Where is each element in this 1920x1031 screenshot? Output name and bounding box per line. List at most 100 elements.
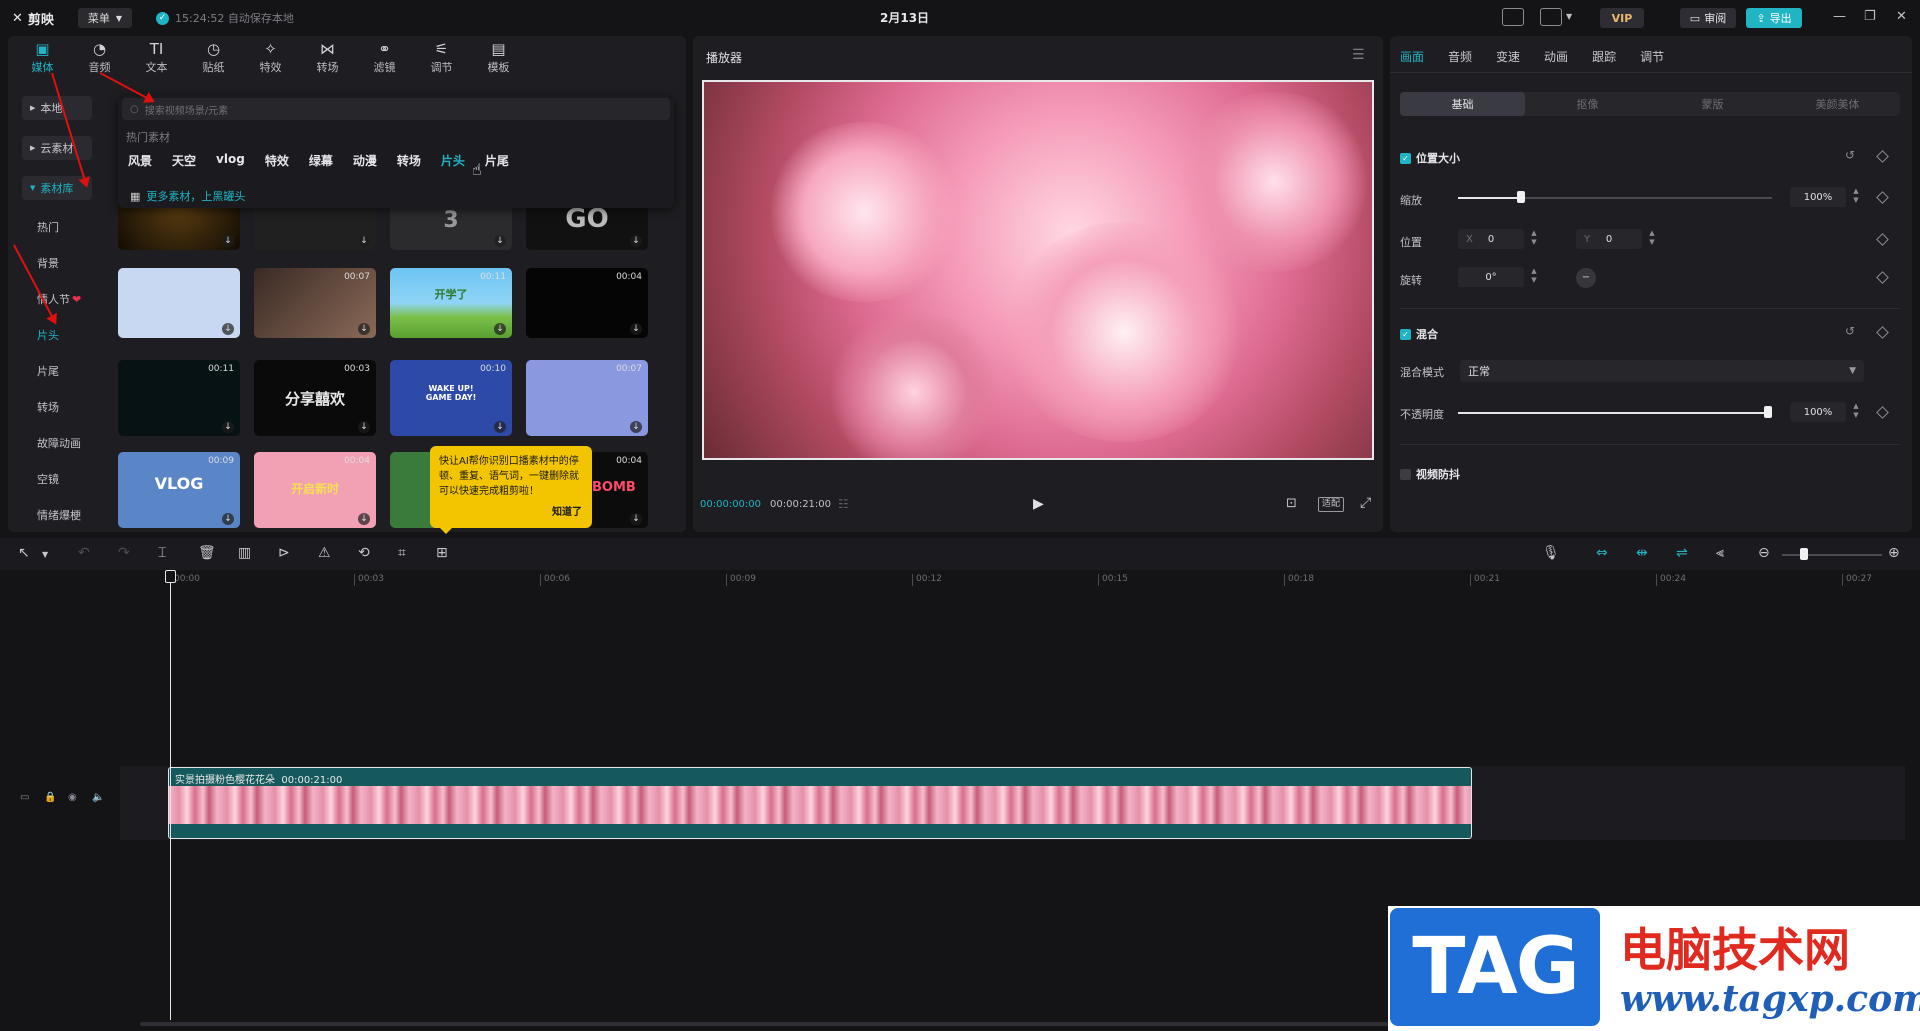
reset-icon[interactable]: ↺ [1845, 148, 1855, 162]
layout-chevron-icon[interactable]: ▼ [1566, 12, 1572, 21]
material-thumb[interactable]: 00:10 WAKE UP! GAME DAY! ↓ [390, 360, 512, 436]
layout-icon[interactable] [1540, 8, 1562, 26]
rotate-stepper[interactable]: ▲ ▼ [1528, 267, 1540, 287]
material-thumb[interactable]: ↓ [118, 268, 240, 338]
video-preview[interactable] [702, 80, 1374, 460]
download-icon[interactable]: ↓ [358, 421, 370, 433]
download-icon[interactable]: ↓ [358, 323, 370, 335]
subtab-basic[interactable]: 基础 [1400, 92, 1525, 116]
material-thumb[interactable]: 00:11 ↓ [118, 360, 240, 436]
tab-adjust-props[interactable]: 调节 [1640, 48, 1664, 65]
material-thumb[interactable]: 00:07 ↓ [526, 360, 648, 436]
sidebar-sub-outro[interactable]: 片尾 [37, 363, 59, 379]
more-materials-link[interactable]: ▦ 更多素材，上黑罐头 [130, 188, 245, 204]
reset-icon[interactable]: ↺ [1845, 324, 1855, 338]
hot-tag[interactable]: 风景 [128, 152, 152, 169]
speaker-icon[interactable]: 🔈 [92, 792, 104, 803]
blend-section[interactable]: ✓ 混合 [1400, 326, 1438, 342]
smart-cut-icon[interactable]: ⊞ [436, 545, 448, 561]
download-icon[interactable]: ↓ [630, 323, 642, 335]
x-stepper[interactable]: ▲ ▼ [1528, 229, 1540, 249]
tooltip-ok-button[interactable]: 知道了 [552, 505, 582, 520]
zoom-in-icon[interactable]: ⊕ [1888, 545, 1900, 561]
export-button[interactable]: ⇪ 导出 [1746, 8, 1802, 28]
tab-adjust[interactable]: ⚟ 调节 [413, 38, 470, 78]
tab-tracking[interactable]: 跟踪 [1592, 48, 1616, 65]
download-icon[interactable]: ↓ [630, 421, 642, 433]
vip-button[interactable]: VIP [1600, 8, 1644, 28]
timeline-ruler[interactable]: 00:00 00:03 00:06 00:09 00:12 00:15 00:1… [120, 570, 1920, 592]
mic-icon[interactable]: 🎙 [1542, 545, 1560, 561]
download-icon[interactable]: ↓ [494, 235, 506, 247]
search-input[interactable]: ○ 搜索视频场景/元素 [122, 98, 670, 120]
playhead[interactable] [170, 572, 171, 1020]
tab-picture[interactable]: 画面 [1400, 48, 1424, 65]
rotate-input[interactable]: 0° [1458, 267, 1524, 287]
linkage-icon[interactable]: ⇌ [1676, 545, 1688, 561]
hot-tag[interactable]: 动漫 [353, 152, 377, 169]
checkbox-icon[interactable]: ✓ [1400, 328, 1411, 340]
subtab-cutout[interactable]: 抠像 [1525, 92, 1650, 116]
tab-template[interactable]: ▤ 模板 [470, 38, 527, 78]
ratio-button[interactable]: 适配 [1318, 497, 1344, 512]
select-chevron-icon[interactable]: ▼ [42, 550, 48, 559]
download-icon[interactable]: ↓ [222, 235, 234, 247]
tab-sticker[interactable]: ◷ 贴纸 [185, 38, 242, 78]
position-y-input[interactable]: Y0 [1576, 229, 1642, 249]
track-cover-icon[interactable]: ▭ [20, 792, 29, 803]
redo-icon[interactable]: ↷ [118, 545, 130, 561]
position-x-input[interactable]: X0 [1458, 229, 1524, 249]
split-icon[interactable]: ⌶ [158, 545, 166, 561]
tab-filter[interactable]: ⚭ 滤镜 [356, 38, 413, 78]
sidebar-sub-background[interactable]: 背景 [37, 255, 59, 271]
hot-tag[interactable]: 转场 [397, 152, 421, 169]
opacity-slider-knob[interactable] [1764, 406, 1772, 418]
tab-speed[interactable]: 变速 [1496, 48, 1520, 65]
crop-icon[interactable]: ⌗ [398, 545, 406, 561]
tab-transition[interactable]: ⋈ 转场 [299, 38, 356, 78]
select-tool-icon[interactable]: ↖ [18, 545, 30, 561]
fullscreen-icon[interactable]: ⤢ [1360, 495, 1371, 511]
download-icon[interactable]: ↓ [222, 421, 234, 433]
download-icon[interactable]: ↓ [358, 235, 370, 247]
sidebar-sub-intro[interactable]: 片头 [37, 327, 59, 343]
eye-icon[interactable]: ◉ [68, 792, 77, 803]
opacity-stepper[interactable]: ▲ ▼ [1850, 402, 1862, 422]
tab-animation[interactable]: 动画 [1544, 48, 1568, 65]
minimize-icon[interactable]: — [1833, 9, 1846, 24]
sidebar-sub-transition[interactable]: 转场 [37, 399, 59, 415]
sidebar-item-cloud[interactable]: ▶ 云素材 [22, 136, 92, 160]
playhead-handle[interactable] [165, 570, 176, 583]
position-size-section[interactable]: ✓ 位置大小 [1400, 150, 1460, 166]
download-icon[interactable]: ↓ [494, 421, 506, 433]
sidebar-sub-meme[interactable]: 情绪爆梗 [37, 507, 81, 523]
sidebar-sub-glitch[interactable]: 故障动画 [37, 435, 81, 451]
tab-text[interactable]: TI 文本 [128, 38, 185, 78]
hot-tag[interactable]: vlog [216, 152, 245, 169]
zoom-out-icon[interactable]: ⊖ [1758, 545, 1770, 561]
scale-stepper[interactable]: ▲ ▼ [1850, 187, 1862, 207]
download-icon[interactable]: ↓ [630, 235, 642, 247]
timeline-scrollbar[interactable] [140, 1022, 1560, 1026]
hot-tag[interactable]: 片尾 [485, 152, 509, 169]
checkbox-icon[interactable] [1400, 468, 1411, 480]
restore-icon[interactable]: ❐ [1864, 9, 1876, 24]
blend-mode-select[interactable]: 正常 ▼ [1460, 360, 1864, 382]
tab-media[interactable]: ▣ 媒体 [14, 38, 71, 78]
rotate-dial-icon[interactable]: − [1576, 268, 1596, 288]
rotate-icon[interactable]: ⟲ [358, 545, 370, 561]
menu-button[interactable]: 菜单 ▼ [78, 8, 132, 28]
tab-effects[interactable]: ✧ 特效 [242, 38, 299, 78]
material-thumb[interactable]: 00:04 ↓ [526, 268, 648, 338]
material-thumb[interactable]: 00:07 ↓ [254, 268, 376, 338]
timeline-list-icon[interactable]: ☷ [838, 497, 849, 511]
scale-input[interactable]: 100% [1790, 187, 1846, 207]
opacity-input[interactable]: 100% [1790, 402, 1846, 422]
review-button[interactable]: ▭ 审阅 [1680, 8, 1736, 28]
hot-tag[interactable]: 绿幕 [309, 152, 333, 169]
hot-tag[interactable]: 天空 [172, 152, 196, 169]
material-thumb[interactable]: 00:04 开启新时 ↓ [254, 452, 376, 528]
download-icon[interactable]: ↓ [630, 513, 642, 525]
zoom-slider-track[interactable] [1782, 554, 1882, 556]
download-icon[interactable]: ↓ [222, 323, 234, 335]
